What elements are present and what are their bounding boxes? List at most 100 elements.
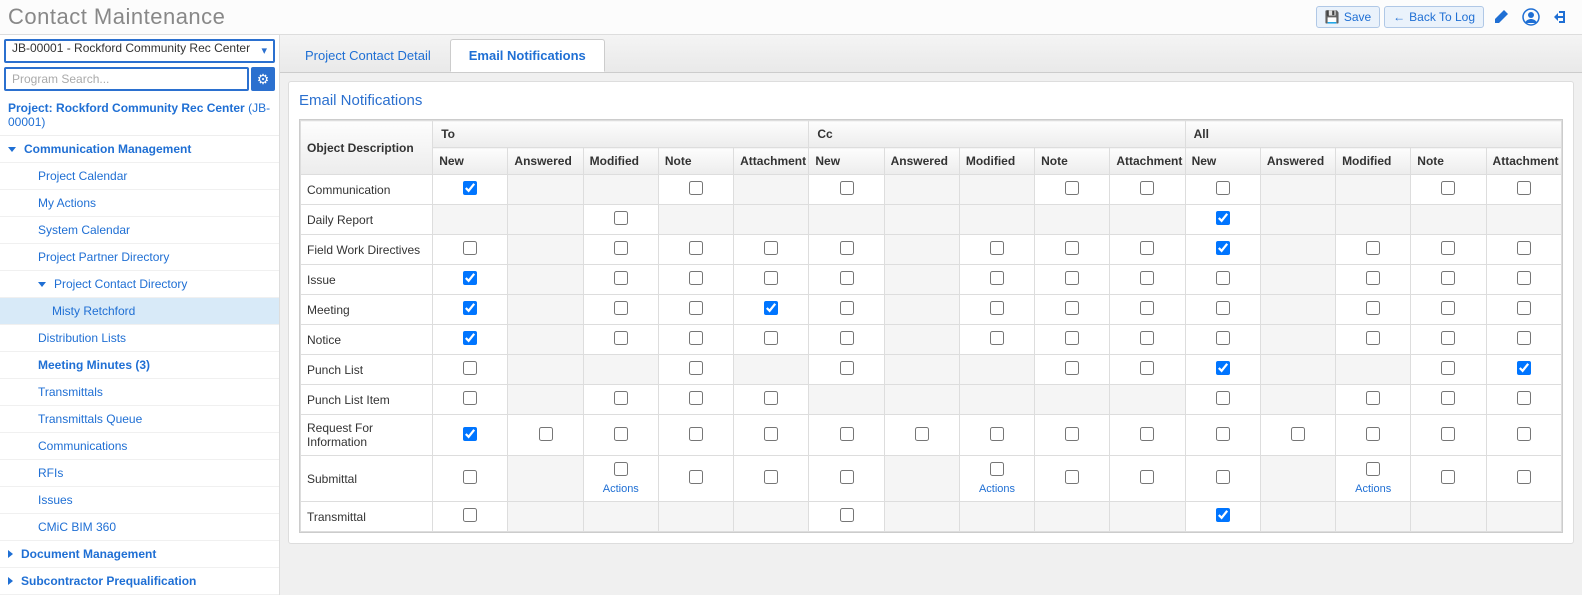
notification-checkbox[interactable] [463, 470, 477, 484]
program-search-input[interactable] [4, 67, 249, 91]
notification-checkbox[interactable] [840, 361, 854, 375]
actions-link[interactable]: Actions [590, 483, 652, 495]
notification-checkbox[interactable] [1065, 181, 1079, 195]
tree-item[interactable]: System Calendar [0, 217, 279, 244]
notification-checkbox[interactable] [463, 241, 477, 255]
notification-checkbox[interactable] [614, 331, 628, 345]
notification-checkbox[interactable] [1366, 301, 1380, 315]
actions-link[interactable]: Actions [966, 483, 1028, 495]
notification-checkbox[interactable] [1216, 241, 1230, 255]
notification-checkbox[interactable] [1140, 181, 1154, 195]
tree-item[interactable]: Project Contact Directory [0, 271, 279, 298]
notification-checkbox[interactable] [764, 241, 778, 255]
notification-checkbox[interactable] [689, 427, 703, 441]
notification-checkbox[interactable] [1291, 427, 1305, 441]
tree-item[interactable]: Distribution Lists [0, 325, 279, 352]
notification-checkbox[interactable] [1216, 470, 1230, 484]
user-circle-icon[interactable] [1518, 5, 1544, 29]
notification-checkbox[interactable] [1216, 391, 1230, 405]
notification-checkbox[interactable] [614, 241, 628, 255]
notification-checkbox[interactable] [1517, 361, 1531, 375]
notification-checkbox[interactable] [1216, 427, 1230, 441]
notification-checkbox[interactable] [463, 331, 477, 345]
notification-checkbox[interactable] [764, 470, 778, 484]
notification-checkbox[interactable] [1517, 301, 1531, 315]
actions-link[interactable]: Actions [1342, 483, 1404, 495]
notification-checkbox[interactable] [840, 271, 854, 285]
notification-checkbox[interactable] [840, 470, 854, 484]
notification-checkbox[interactable] [689, 301, 703, 315]
notification-checkbox[interactable] [764, 271, 778, 285]
notification-checkbox[interactable] [1366, 271, 1380, 285]
edit-icon[interactable] [1488, 5, 1514, 29]
tree-item[interactable]: Transmittals [0, 379, 279, 406]
notification-checkbox[interactable] [1140, 301, 1154, 315]
notification-checkbox[interactable] [1216, 301, 1230, 315]
notification-checkbox[interactable] [1065, 301, 1079, 315]
notification-checkbox[interactable] [1517, 470, 1531, 484]
tree-item[interactable]: Communications [0, 433, 279, 460]
notification-checkbox[interactable] [614, 462, 628, 476]
notification-checkbox[interactable] [1065, 470, 1079, 484]
notification-checkbox[interactable] [840, 508, 854, 522]
notification-checkbox[interactable] [990, 271, 1004, 285]
notification-checkbox[interactable] [764, 427, 778, 441]
notification-checkbox[interactable] [614, 391, 628, 405]
notification-checkbox[interactable] [1140, 470, 1154, 484]
notification-checkbox[interactable] [990, 301, 1004, 315]
notification-checkbox[interactable] [689, 391, 703, 405]
tree-item[interactable]: Meeting Minutes (3) [0, 352, 279, 379]
notification-checkbox[interactable] [1216, 361, 1230, 375]
tree-item[interactable]: Transmittals Queue [0, 406, 279, 433]
notification-checkbox[interactable] [764, 301, 778, 315]
notification-checkbox[interactable] [1065, 331, 1079, 345]
notification-checkbox[interactable] [1517, 391, 1531, 405]
notification-checkbox[interactable] [1216, 181, 1230, 195]
notification-checkbox[interactable] [1065, 271, 1079, 285]
notification-checkbox[interactable] [1366, 391, 1380, 405]
tree-item[interactable]: Project Calendar [0, 163, 279, 190]
notification-checkbox[interactable] [1517, 241, 1531, 255]
tree-item[interactable]: Misty Retchford [0, 298, 279, 325]
notification-checkbox[interactable] [1441, 241, 1455, 255]
notification-checkbox[interactable] [689, 361, 703, 375]
tree-item[interactable]: My Actions [0, 190, 279, 217]
notification-checkbox[interactable] [689, 241, 703, 255]
notification-checkbox[interactable] [840, 241, 854, 255]
notification-checkbox[interactable] [1517, 331, 1531, 345]
notification-checkbox[interactable] [463, 181, 477, 195]
notification-checkbox[interactable] [1216, 271, 1230, 285]
tree-item[interactable]: Issues [0, 487, 279, 514]
notification-checkbox[interactable] [1216, 331, 1230, 345]
notification-checkbox[interactable] [463, 361, 477, 375]
notification-checkbox[interactable] [840, 331, 854, 345]
notification-checkbox[interactable] [463, 271, 477, 285]
notification-checkbox[interactable] [463, 391, 477, 405]
notification-checkbox[interactable] [990, 427, 1004, 441]
notification-checkbox[interactable] [1441, 181, 1455, 195]
notification-checkbox[interactable] [1140, 427, 1154, 441]
notification-checkbox[interactable] [1366, 241, 1380, 255]
notification-checkbox[interactable] [915, 427, 929, 441]
notification-checkbox[interactable] [614, 427, 628, 441]
notification-checkbox[interactable] [1366, 331, 1380, 345]
tree-item[interactable]: Communication Management [0, 136, 279, 163]
notification-checkbox[interactable] [1140, 331, 1154, 345]
tree-item[interactable]: Document Management [0, 541, 279, 568]
notification-checkbox[interactable] [689, 271, 703, 285]
notification-checkbox[interactable] [1065, 427, 1079, 441]
tab[interactable]: Project Contact Detail [286, 39, 450, 72]
notification-checkbox[interactable] [463, 508, 477, 522]
notification-checkbox[interactable] [1366, 427, 1380, 441]
notification-checkbox[interactable] [1140, 271, 1154, 285]
project-select[interactable]: JB-00001 - Rockford Community Rec Center [4, 39, 275, 63]
notification-checkbox[interactable] [840, 301, 854, 315]
notification-checkbox[interactable] [1216, 508, 1230, 522]
notification-checkbox[interactable] [840, 427, 854, 441]
tree-item[interactable]: RFIs [0, 460, 279, 487]
notification-checkbox[interactable] [1441, 361, 1455, 375]
notification-checkbox[interactable] [1140, 241, 1154, 255]
tree-item[interactable]: Project Partner Directory [0, 244, 279, 271]
notification-checkbox[interactable] [689, 331, 703, 345]
notification-checkbox[interactable] [1517, 427, 1531, 441]
